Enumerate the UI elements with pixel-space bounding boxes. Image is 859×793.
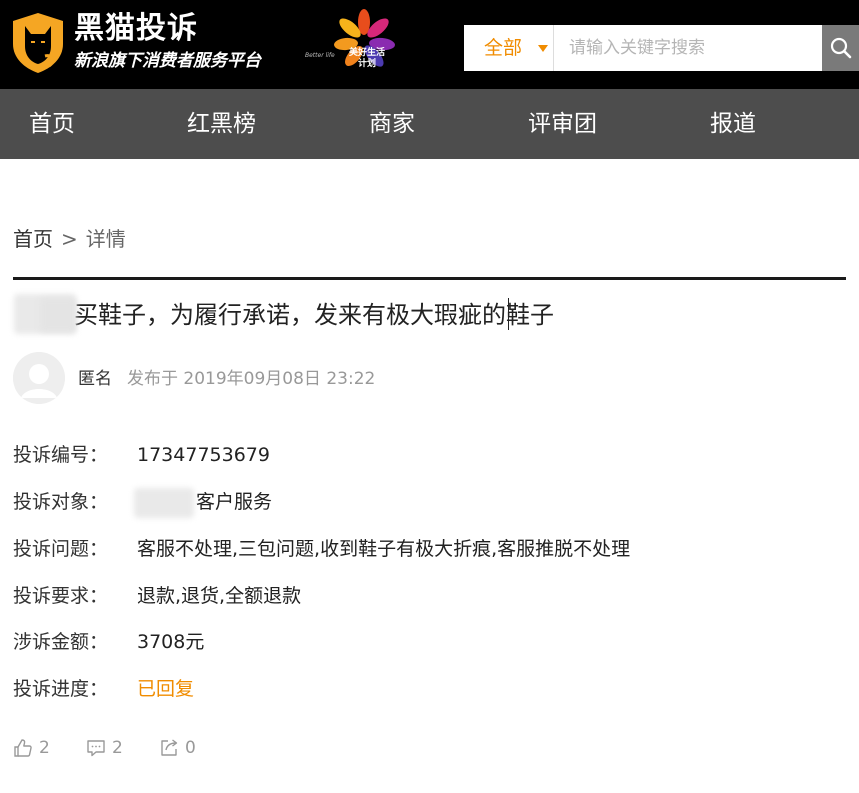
- nav-item-home[interactable]: 首页: [29, 89, 75, 159]
- like-count: 2: [39, 738, 50, 758]
- author-name: 匿名: [78, 369, 112, 389]
- search-bar: 全部: [464, 25, 859, 71]
- default-user-icon: [13, 352, 65, 404]
- brand-subtitle: 新浪旗下消费者服务平台: [74, 51, 261, 71]
- search-icon: [830, 37, 852, 59]
- comment-icon: [87, 740, 105, 757]
- detail-label-demand: 投诉要求：: [13, 585, 109, 607]
- like-button[interactable]: 2: [13, 735, 50, 761]
- comment-count: 2: [112, 738, 123, 758]
- breadcrumb: 首页 > 详情: [13, 224, 126, 254]
- redacted-title-mask: [40, 298, 76, 332]
- nav-item-jury[interactable]: 评审团: [528, 89, 597, 159]
- search-scope-label: 全部: [484, 37, 523, 59]
- share-button[interactable]: 0: [159, 735, 196, 761]
- nav-item-reports[interactable]: 报道: [710, 89, 756, 159]
- text-cursor: [508, 298, 509, 330]
- campaign-label: 美好生活 计划: [342, 48, 392, 70]
- nav-item-ranking[interactable]: 红黑榜: [187, 89, 256, 159]
- breadcrumb-current: 详情: [85, 227, 126, 251]
- search-input[interactable]: [555, 25, 822, 71]
- avatar: [13, 352, 65, 404]
- black-cat-logo-icon[interactable]: [11, 12, 65, 74]
- detail-value-amount: 3708元: [137, 631, 205, 653]
- detail-value-complaint-id: 17347753679: [137, 444, 270, 466]
- detail-value-target[interactable]: 客户服务: [196, 488, 272, 516]
- comment-button[interactable]: 2: [86, 735, 123, 761]
- campaign-label-line1: 美好生活: [348, 48, 385, 58]
- search-button[interactable]: [822, 25, 859, 71]
- detail-label-target: 投诉对象：: [13, 491, 109, 513]
- detail-label-issue: 投诉问题：: [13, 538, 109, 560]
- share-count: 0: [185, 738, 196, 758]
- breadcrumb-separator: >: [61, 227, 78, 251]
- detail-label-amount: 涉诉金额：: [13, 631, 109, 653]
- brand-title: 黑猫投诉: [74, 11, 198, 46]
- post-time: 发布于 2019年09月08日 23:22: [127, 369, 376, 389]
- breadcrumb-home-link[interactable]: 首页: [13, 227, 53, 251]
- nav-item-merchants[interactable]: 商家: [369, 89, 415, 159]
- search-scope-dropdown[interactable]: 全部: [464, 25, 554, 71]
- redacted-merchant-name: [134, 488, 194, 518]
- detail-value-demand: 退款,退货,全额退款: [137, 585, 302, 607]
- detail-label-complaint-id: 投诉编号：: [13, 444, 109, 466]
- main-nav: 首页 红黑榜 商家 评审团 报道: [0, 89, 859, 159]
- campaign-label-line2: 计划: [357, 59, 376, 69]
- detail-label-progress: 投诉进度：: [13, 678, 109, 700]
- title-divider: [13, 277, 846, 280]
- status-badge: 已回复: [137, 678, 195, 700]
- campaign-label-en: Better life: [305, 52, 335, 59]
- detail-value-issue: 客服不处理,三包问题,收到鞋子有极大折痕,客服推脱不处理: [137, 538, 631, 560]
- complaint-title: 买鞋子，为履行承诺，发来有极大瑕疵的鞋子: [74, 301, 554, 329]
- top-header: 黑猫投诉 新浪旗下消费者服务平台 美好生活 计划 Better life 全部: [0, 0, 859, 89]
- thumbs-up-icon: [14, 739, 32, 757]
- dropdown-caret-icon: [538, 45, 548, 52]
- share-icon: [161, 739, 178, 756]
